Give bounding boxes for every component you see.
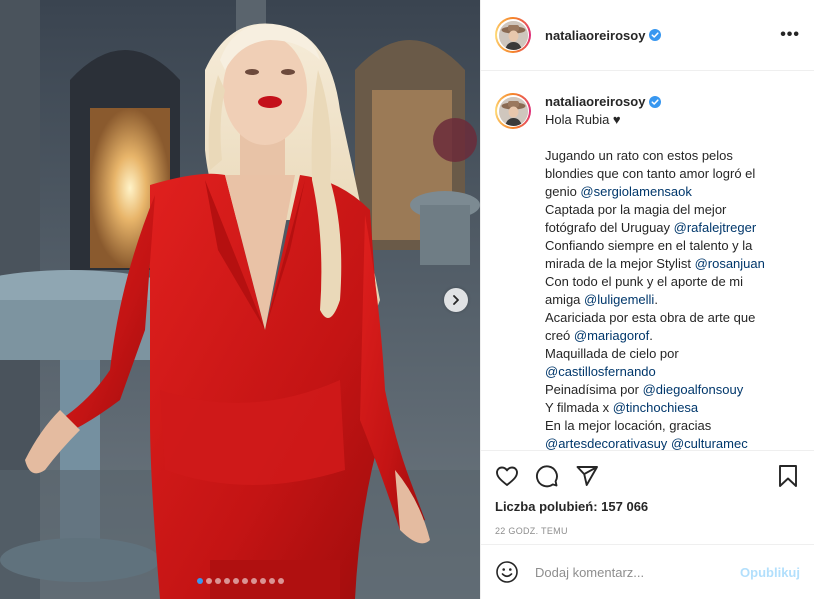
caption-title: Hola Rubia ♥ [545,112,621,127]
caption-text: Jugando un rato con estos pelos blondies … [545,147,785,450]
caption-text-fragment: blondies que con tanto amor logró el [545,166,756,181]
caption-text-fragment: genio [545,184,581,199]
avatar[interactable] [495,17,531,53]
mention-link[interactable]: @luligemelli [584,292,654,307]
carousel-dot [241,578,248,584]
mention-link[interactable]: @culturamec [671,436,748,450]
carousel-dot [250,578,257,584]
caption-text-fragment: . [649,328,653,343]
post-actions: Liczba polubień: 157 066 22 godz. temu [481,450,814,536]
caption-line: Confiando siempre en el talento y la [545,237,785,255]
caption-line: fotógrafo del Uruguay @rafalejtreger [545,219,785,237]
verified-badge-icon [649,29,662,41]
mention-link[interactable]: @diegoalfonsouy [643,382,744,397]
caption-line: creó @mariagorof. [545,327,785,345]
emoji-button[interactable] [495,560,519,584]
post-header: nataliaoreirosoy ••• [481,0,814,71]
mention-link[interactable]: @tinchochiesa [613,400,698,415]
emoji-icon [496,561,518,583]
avatar-image [498,20,528,50]
comment-input[interactable] [533,563,741,581]
paper-plane-icon [576,466,598,486]
caption-text-fragment: fotógrafo del Uruguay [545,220,674,235]
carousel-dot [196,578,203,584]
caption-text-fragment: Peinadísima por [545,382,643,397]
caption-line: Y filmada x @tinchochiesa [545,399,785,417]
caption-text-fragment: En la mejor locación, gracias [545,418,712,433]
caption-line: Captada por la magia del mejor [545,201,785,219]
caption-line: Maquillada de cielo por [545,345,785,363]
caption-line: Peinadísima por @diegoalfonsouy [545,381,785,399]
carousel-indicator [0,578,480,584]
mention-link[interactable]: @rafalejtreger [674,220,757,235]
more-options-icon[interactable]: ••• [780,26,800,44]
caption-line: amiga @luligemelli. [545,291,785,309]
caption-text-fragment: Jugando un rato con estos pelos [545,148,733,163]
avatar-image [498,96,528,126]
carousel-next-button[interactable] [444,288,468,312]
caption-text-fragment: Confiando siempre en el talento y la [545,238,753,253]
bookmark-icon [779,465,797,487]
carousel-dot [259,578,266,584]
caption-text-fragment: Maquillada de cielo por [545,346,679,361]
caption-text-fragment: . [654,292,658,307]
mention-link[interactable]: @sergiolamensaok [580,184,691,199]
likes-count[interactable]: Liczba polubień: 157 066 [495,499,800,514]
caption-text-fragment: Y filmada x [545,400,613,415]
share-button[interactable] [575,464,599,488]
publish-button[interactable]: Opublikuj [740,565,800,580]
caption-line: @artesdecorativasuy @culturamec [545,435,785,450]
mention-link[interactable]: @rosanjuan [695,256,765,271]
like-button[interactable] [495,464,519,488]
add-comment-bar: Opublikuj [481,544,814,599]
caption-text-fragment: amiga [545,292,585,307]
caption-text-fragment: Acariciada por esta obra de arte que [545,310,756,325]
caption-text-fragment: Con todo el punk y el aporte de mi [545,274,744,289]
comment-button[interactable] [535,464,559,488]
chevron-right-icon [453,295,459,305]
heart-icon [496,466,518,486]
caption-text-fragment: mirada de la mejor Stylist [545,256,695,271]
caption-line: Acariciada por esta obra de arte que [545,309,785,327]
caption-avatar[interactable] [495,93,531,129]
caption-line: genio @sergiolamensaok [545,183,785,201]
post-photo [0,0,480,599]
carousel-dot [232,578,239,584]
caption-text-fragment: creó [545,328,574,343]
caption-line: Jugando un rato con estos pelos [545,147,785,165]
caption-line: En la mejor locación, gracias [545,417,785,435]
save-button[interactable] [776,464,800,488]
carousel-dot [205,578,212,584]
mention-link[interactable]: @mariagorof [574,328,649,343]
caption-line: Con todo el punk y el aporte de mi [545,273,785,291]
carousel-dot [214,578,221,584]
verified-badge-icon [649,96,662,108]
mention-link[interactable]: @castillosfernando [545,364,656,379]
post-side-panel: nataliaoreirosoy ••• nataliaoreirosoy Ho… [480,0,814,599]
mention-link[interactable]: @artesdecorativasuy [545,436,667,450]
caption: nataliaoreirosoy Hola Rubia ♥ Jugando un… [545,93,785,450]
caption-text-fragment: Captada por la magia del mejor [545,202,727,217]
header-username[interactable]: nataliaoreirosoy [545,28,645,43]
caption-username[interactable]: nataliaoreirosoy [545,93,645,111]
post-image[interactable] [0,0,480,599]
caption-line: blondies que con tanto amor logró el [545,165,785,183]
caption-line: mirada de la mejor Stylist @rosanjuan [545,255,785,273]
post-timestamp[interactable]: 22 godz. temu [495,526,800,536]
caption-line: @castillosfernando [545,363,785,381]
carousel-dot [268,578,275,584]
comment-icon [536,465,558,488]
carousel-dot [223,578,230,584]
comments-section[interactable]: nataliaoreirosoy Hola Rubia ♥ Jugando un… [481,71,814,450]
carousel-dot [277,578,284,584]
